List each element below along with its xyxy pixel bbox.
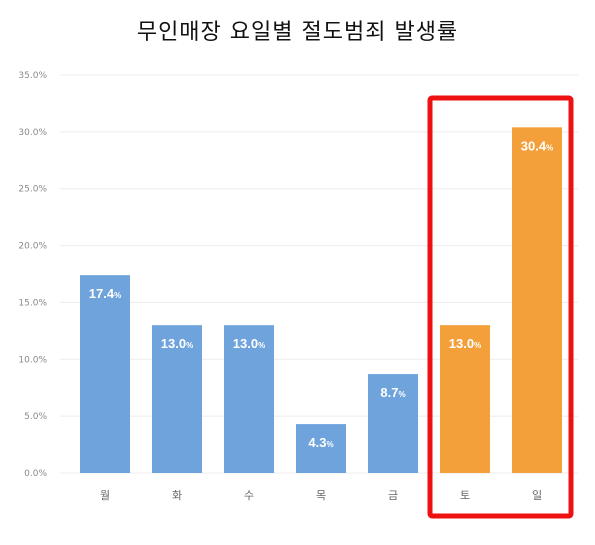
y-tick-label: 25.0%	[18, 185, 47, 195]
x-category-label: 화	[172, 489, 182, 502]
y-tick-label: 0.0%	[24, 469, 47, 479]
bar-1	[80, 275, 130, 473]
x-category-label: 수	[244, 489, 254, 502]
x-category-label: 금	[388, 489, 398, 502]
x-category-label: 일	[532, 488, 542, 502]
x-category-label: 목	[316, 489, 326, 502]
bar-7	[512, 127, 562, 474]
bar-chart: 0.0%5.0%10.0%15.0%20.0%25.0%30.0%35.0% 1…	[18, 71, 578, 519]
y-tick-label: 15.0%	[18, 298, 47, 308]
y-tick-label: 30.0%	[18, 128, 47, 138]
x-category-label: 토	[460, 489, 470, 502]
y-tick-label: 5.0%	[24, 412, 47, 422]
x-category-label: 월	[100, 489, 110, 502]
y-tick-label: 35.0%	[18, 71, 47, 81]
y-tick-label: 10.0%	[18, 355, 47, 365]
y-tick-label: 20.0%	[18, 242, 47, 252]
